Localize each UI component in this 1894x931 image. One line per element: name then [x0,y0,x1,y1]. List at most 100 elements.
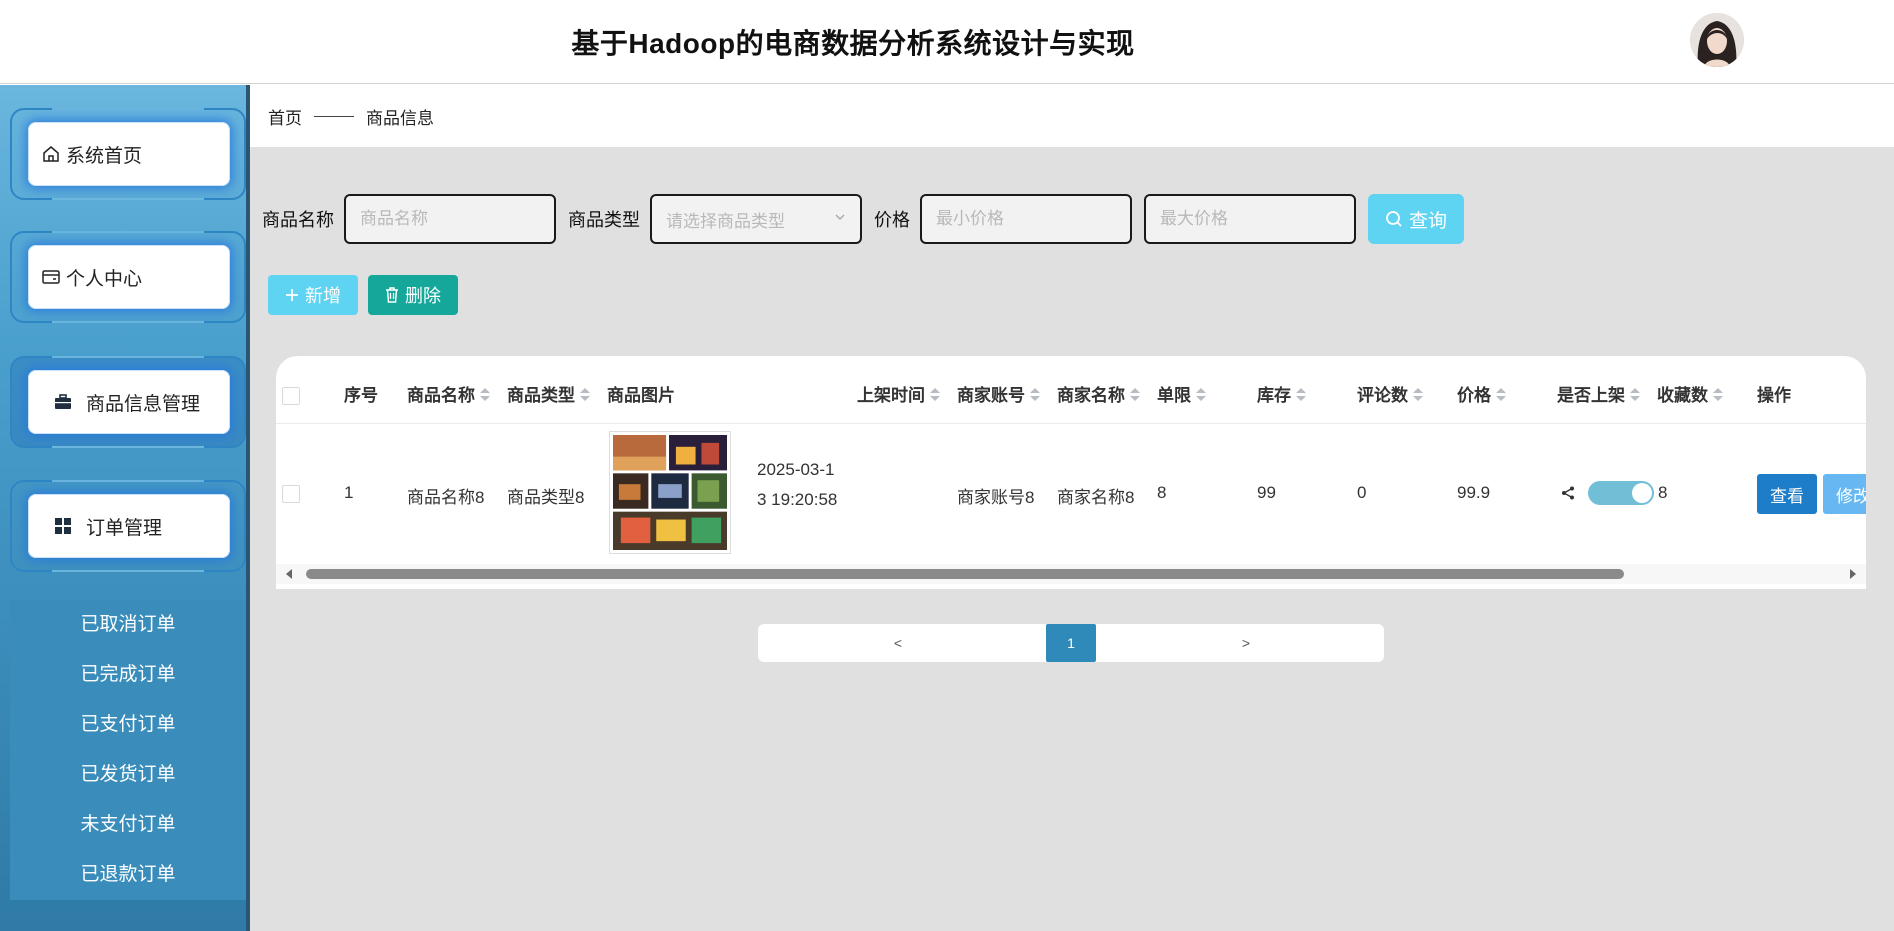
column-header[interactable]: 是否上架 [1557,356,1640,424]
column-header[interactable]: 商家名称 [1057,356,1140,424]
query-button-label: 查询 [1408,210,1447,232]
scroll-right-arrow-icon[interactable] [1850,569,1856,579]
add-button[interactable]: 新增 [268,275,358,315]
prev-page-button[interactable]: < [878,624,918,662]
pagination: < 1 > [758,624,1384,662]
submenu-item-cancelled[interactable]: 已取消订单 [10,600,246,650]
cell-index: 1 [344,483,354,502]
row-checkbox[interactable] [282,485,300,503]
cell-listing-time-line2: 3 19:20:58 [757,490,838,509]
column-header[interactable]: 评论数 [1357,356,1423,424]
horizontal-scrollbar[interactable] [276,564,1866,584]
toggle-knob [1632,483,1652,503]
delete-button[interactable]: 删除 [368,275,458,315]
avatar-image [1690,13,1744,67]
product-type-select[interactable]: 请选择商品类型 [650,194,862,244]
column-header[interactable]: 上架时间 [857,356,940,424]
submenu-item-shipped[interactable]: 已发货订单 [10,750,246,800]
breadcrumb-separator [314,115,354,117]
sidebar-item-orders[interactable]: 订单管理 [28,494,230,558]
column-header: 序号 [344,386,378,405]
select-all-checkbox[interactable] [282,387,300,405]
breadcrumb-home[interactable]: 首页 [268,104,302,129]
submenu-item-refunded[interactable]: 已退款订单 [10,850,246,900]
plus-icon [285,288,299,302]
scroll-left-arrow-icon[interactable] [286,569,292,579]
submenu-item-completed[interactable]: 已完成订单 [10,650,246,700]
cell-favorites: 8 [1658,483,1668,502]
column-header[interactable]: 收藏数 [1657,356,1723,424]
query-button[interactable]: 查询 [1368,194,1464,244]
cell-stock: 99 [1257,483,1276,502]
sidebar-frame-products: 商品信息管理 [10,356,246,448]
share-icon[interactable] [1561,486,1575,505]
table-row: 1 商品名称8 商品类型8 2025-03-1 3 19:20:58 商家账号8… [276,424,1866,564]
sidebar-item-label: 商品信息管理 [86,393,201,415]
product-name-input[interactable] [344,194,556,244]
sidebar-frame-home: 系统首页 [10,108,246,200]
action-bar: 新增 删除 [268,275,458,315]
briefcase-icon [52,391,74,413]
next-page-button[interactable]: > [1226,624,1266,662]
submenu-item-unpaid[interactable]: 未支付订单 [10,800,246,850]
sort-icon[interactable] [1130,388,1140,402]
sidebar-item-label: 系统首页 [66,145,143,167]
max-price-input[interactable] [1144,194,1356,244]
cell-price: 99.9 [1457,483,1491,502]
app-title: 基于Hadoop的电商数据分析系统设计与实现 [571,28,1135,59]
cell-product-name: 商品名称8 [407,488,485,507]
table-header: 序号 商品名称 商品类型 商品图片 上架时间 商家账号 商家名称 单限 库存 评… [276,356,1866,424]
main-content: 首页 商品信息 商品名称 商品类型 请选择商品类型 价格 查询 新增 [250,85,1894,931]
view-button[interactable]: 查看 [1757,474,1817,514]
top-header: 基于Hadoop的电商数据分析系统设计与实现 [0,0,1894,84]
scrollbar-thumb[interactable] [306,569,1624,579]
product-name-label: 商品名称 [262,210,334,230]
add-button-label: 新增 [305,286,341,306]
product-image[interactable] [609,431,731,554]
cell-listing-time-line1: 2025-03-1 [757,460,835,479]
edit-button[interactable]: 修改 [1823,474,1866,514]
orders-submenu: 已取消订单 已完成订单 已支付订单 已发货订单 未支付订单 已退款订单 [10,600,246,900]
grid-icon [52,515,74,537]
column-header[interactable]: 价格 [1457,356,1506,424]
search-bar: 商品名称 商品类型 请选择商品类型 价格 查询 [262,194,1464,244]
sidebar-item-home[interactable]: 系统首页 [28,122,230,186]
sort-icon[interactable] [1030,388,1040,402]
product-type-label: 商品类型 [568,210,640,230]
column-header: 操作 [1757,386,1791,405]
column-header[interactable]: 商品类型 [507,356,590,424]
cell-comments: 0 [1357,483,1367,502]
sort-icon[interactable] [1496,388,1506,402]
chevron-down-icon [834,210,846,226]
column-header: 商品图片 [607,386,675,405]
column-header[interactable]: 商品名称 [407,356,490,424]
sort-icon[interactable] [1413,388,1423,402]
sort-icon[interactable] [580,388,590,402]
breadcrumb-current: 商品信息 [366,108,434,128]
column-header[interactable]: 库存 [1257,356,1306,424]
trash-icon [385,287,399,303]
sort-icon[interactable] [1713,388,1723,402]
cell-merchant-name: 商家名称8 [1057,488,1135,507]
product-table: 序号 商品名称 商品类型 商品图片 上架时间 商家账号 商家名称 单限 库存 评… [276,356,1866,589]
min-price-input[interactable] [920,194,1132,244]
column-header[interactable]: 商家账号 [957,356,1040,424]
cell-merchant-account: 商家账号8 [957,488,1035,507]
on-shelf-toggle[interactable] [1588,481,1654,505]
sidebar-item-products[interactable]: 商品信息管理 [28,370,230,434]
sidebar-item-profile[interactable]: 个人中心 [28,245,230,309]
sort-icon[interactable] [930,388,940,402]
sort-icon[interactable] [1196,388,1206,402]
avatar[interactable] [1690,13,1744,67]
cell-product-type: 商品类型8 [507,488,585,507]
sort-icon[interactable] [1296,388,1306,402]
sort-icon[interactable] [480,388,490,402]
price-label: 价格 [874,210,910,230]
column-header[interactable]: 单限 [1157,356,1206,424]
product-type-placeholder: 请选择商品类型 [666,211,785,231]
page-button-1[interactable]: 1 [1046,624,1096,662]
sort-icon[interactable] [1630,388,1640,402]
submenu-item-paid[interactable]: 已支付订单 [10,700,246,750]
wallet-icon [40,266,62,288]
search-icon [1385,210,1403,228]
